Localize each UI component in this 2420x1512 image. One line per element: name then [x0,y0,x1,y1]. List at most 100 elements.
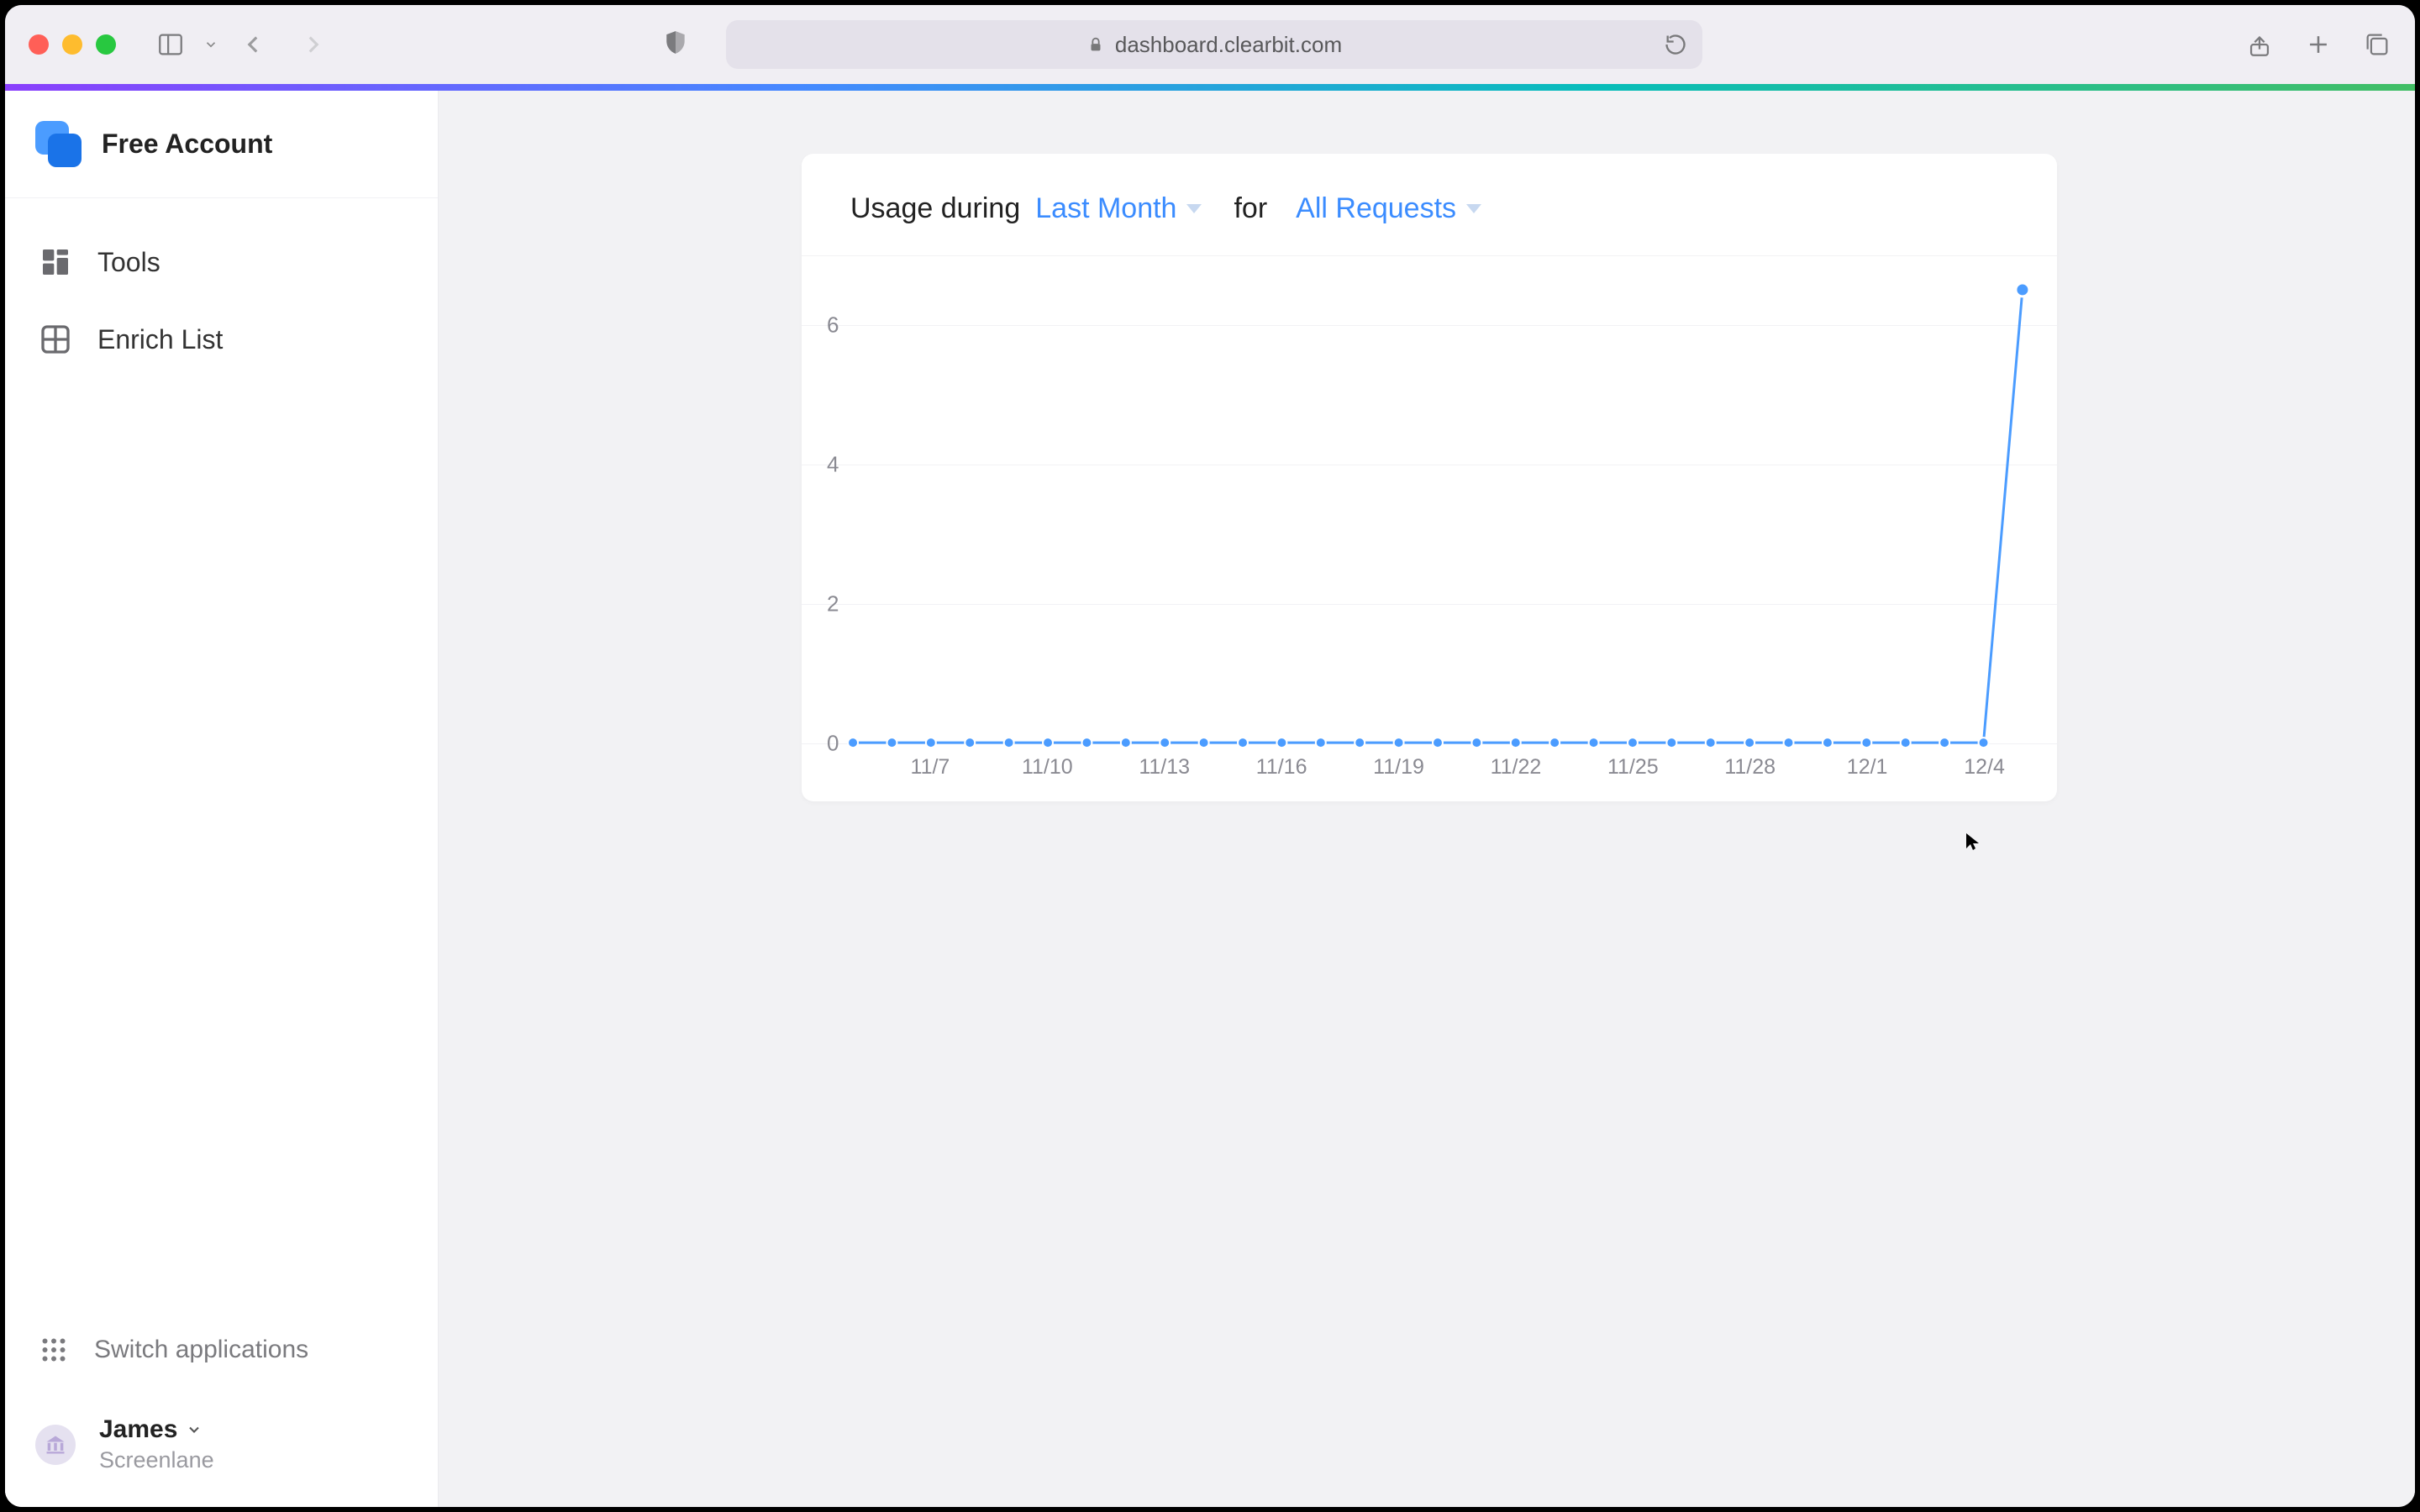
chevron-down-icon [186,1421,203,1438]
back-button[interactable] [239,30,267,59]
chart-x-tick-label: 11/22 [1491,755,1542,780]
scope-dropdown-label: All Requests [1296,192,1456,225]
chart-data-point[interactable] [1199,738,1209,748]
usage-card: Usage during Last Month for All Requests… [802,154,2057,801]
chart-data-point[interactable] [1589,738,1599,748]
toolbar-left-group [156,30,218,59]
new-tab-icon[interactable] [2304,30,2333,59]
chart-x-tick-label: 11/7 [911,755,950,780]
chart-data-point[interactable] [848,738,858,748]
apps-grid-icon [39,1335,69,1365]
user-company: Screenlane [99,1447,214,1473]
chart-data-point[interactable] [1549,738,1560,748]
chevron-down-icon[interactable] [203,37,218,52]
privacy-shield-icon[interactable] [662,29,689,60]
chart-data-point[interactable] [1433,738,1443,748]
chart-svg [802,256,2057,801]
sidebar-toggle-icon[interactable] [156,30,185,59]
url-text: dashboard.clearbit.com [1115,32,1342,58]
chart-data-point[interactable] [965,738,975,748]
nav-arrows [239,30,328,59]
chart-data-point[interactable] [1628,738,1638,748]
traffic-lights [29,34,116,55]
sidebar-item-tools[interactable]: Tools [5,223,438,301]
address-bar[interactable]: dashboard.clearbit.com [726,20,1702,69]
sidebar-nav: Tools Enrich List [5,198,438,378]
usage-chart: 024611/711/1011/1311/1611/1911/2211/2511… [802,255,2057,801]
chart-line [853,290,2023,743]
forward-button[interactable] [299,30,328,59]
sidebar-footer: Switch applications James Screenlane [5,1296,438,1507]
mouse-cursor-icon [1963,832,1983,852]
sidebar-item-enrich-list[interactable]: Enrich List [5,301,438,378]
chart-data-point[interactable] [1043,738,1053,748]
dropdown-arrow-icon [1466,204,1481,213]
chart-data-point[interactable] [926,738,936,748]
share-icon[interactable] [2245,30,2274,59]
chart-data-point[interactable] [1939,738,1949,748]
period-dropdown[interactable]: Last Month [1035,192,1202,225]
chart-x-tick-label: 11/25 [1607,755,1659,780]
user-name: James [99,1415,177,1444]
chart-data-point[interactable] [1394,738,1404,748]
chart-data-point[interactable] [1901,738,1911,748]
chart-data-point[interactable] [1276,738,1286,748]
chart-data-point[interactable] [886,738,897,748]
chart-data-point[interactable] [1666,738,1676,748]
chart-data-point[interactable] [2016,283,2029,297]
window-minimize-button[interactable] [62,34,82,55]
brand-gradient-strip [5,84,2415,91]
chart-x-tick-label: 11/10 [1022,755,1073,780]
chart-data-point[interactable] [1861,738,1871,748]
content-area: Free Account Tools Enrich List Switch ap… [5,91,2415,1507]
chart-x-tick-label: 12/1 [1847,755,1888,780]
window-maximize-button[interactable] [96,34,116,55]
chart-data-point[interactable] [1121,738,1131,748]
chart-data-point[interactable] [1004,738,1014,748]
switch-applications-button[interactable]: Switch applications [35,1321,408,1378]
chart-data-point[interactable] [1979,738,1989,748]
chart-data-point[interactable] [1238,738,1248,748]
chart-data-point[interactable] [1471,738,1481,748]
chart-x-tick-label: 11/19 [1373,755,1424,780]
chart-data-point[interactable] [1784,738,1794,748]
chart-data-point[interactable] [1706,738,1716,748]
scope-dropdown[interactable]: All Requests [1296,192,1481,225]
toolbar-right-group [2245,30,2391,59]
chart-data-point[interactable] [1316,738,1326,748]
chart-data-point[interactable] [1744,738,1754,748]
account-label: Free Account [102,129,272,160]
sidebar-item-label: Tools [97,247,160,278]
tabs-overview-icon[interactable] [2363,30,2391,59]
chart-x-tick-label: 12/4 [1964,755,2005,780]
main-panel: Usage during Last Month for All Requests… [439,91,2415,1507]
chart-data-point[interactable] [1511,738,1521,748]
chart-data-point[interactable] [1160,738,1170,748]
chart-x-tick-label: 11/13 [1139,755,1190,780]
tools-icon [39,245,72,279]
user-menu[interactable]: James Screenlane [35,1415,408,1473]
chart-x-tick-label: 11/16 [1256,755,1307,780]
chart-data-point[interactable] [1081,738,1092,748]
clearbit-logo-icon [35,121,82,167]
titlebar: dashboard.clearbit.com [5,5,2415,84]
switch-apps-label: Switch applications [94,1336,308,1364]
chart-x-tick-label: 11/28 [1724,755,1776,780]
usage-during-text: Usage during [850,192,1020,225]
chart-data-point[interactable] [1823,738,1833,748]
sidebar: Free Account Tools Enrich List Switch ap… [5,91,439,1507]
bank-icon [44,1433,67,1457]
window-close-button[interactable] [29,34,49,55]
chart-data-point[interactable] [1355,738,1365,748]
usage-card-header: Usage during Last Month for All Requests [802,154,2057,255]
period-dropdown-label: Last Month [1035,192,1176,225]
app-window: dashboard.clearbit.com Free Account Tool… [5,5,2415,1507]
lock-icon [1086,35,1105,54]
sidebar-item-label: Enrich List [97,324,223,355]
grid-icon [39,323,72,356]
reload-icon[interactable] [1664,33,1687,56]
user-texts: James Screenlane [99,1415,214,1473]
account-header[interactable]: Free Account [5,91,438,198]
for-text: for [1234,192,1267,225]
dropdown-arrow-icon [1186,204,1202,213]
